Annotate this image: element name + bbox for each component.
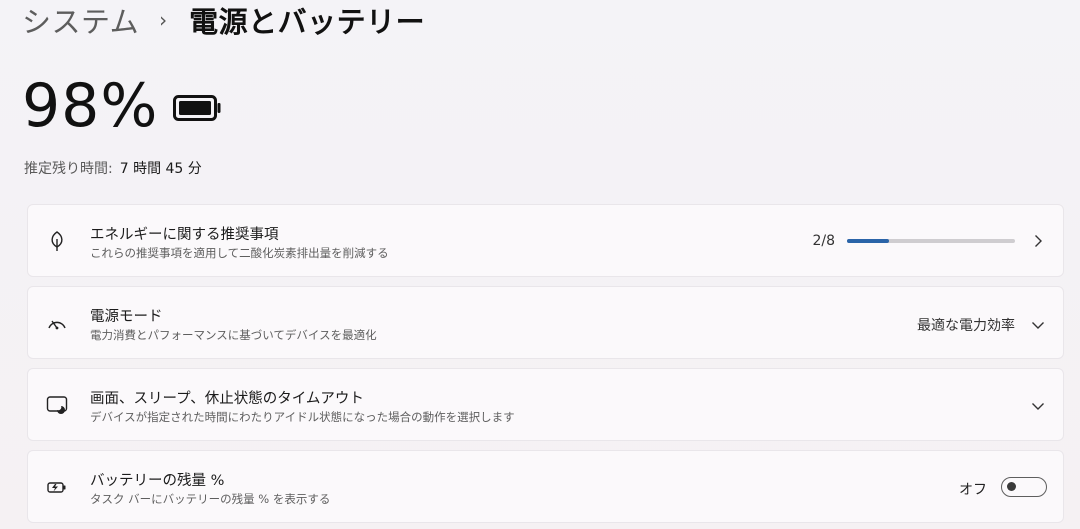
battery-percent: 98% bbox=[22, 71, 159, 141]
energy-recommendations-subtitle: これらの推奨事項を適用して二酸化炭素排出量を削減する bbox=[90, 246, 389, 260]
energy-recommendations-title: エネルギーに関する推奨事項 bbox=[90, 227, 279, 243]
remaining-time-value: 7 時間 45 分 bbox=[119, 161, 202, 177]
chevron-down-icon[interactable] bbox=[1031, 318, 1045, 332]
page-title: 電源とバッテリー bbox=[189, 5, 426, 39]
recommendations-progress-bar bbox=[847, 239, 1015, 243]
speedometer-icon bbox=[48, 320, 66, 330]
battery-percentage-title: バッテリーの残量 % bbox=[90, 473, 225, 489]
breadcrumb-parent[interactable]: システム bbox=[22, 0, 139, 41]
power-mode-title: 電源モード bbox=[90, 309, 163, 325]
breadcrumb: システム › 電源とバッテリー bbox=[22, 0, 425, 40]
sleep-timeout-subtitle: デバイスが指定された時間にわたりアイドル状態になった場合の動作を選択します bbox=[90, 410, 515, 424]
chevron-down-icon[interactable] bbox=[1031, 399, 1045, 413]
screen-sleep-icon bbox=[46, 396, 68, 414]
remaining-time: 推定残り時間: 7 時間 45 分 bbox=[24, 158, 202, 178]
sleep-timeout-card[interactable]: 画面、スリープ、休止状態のタイムアウト デバイスが指定された時間にわたりアイドル… bbox=[27, 368, 1064, 441]
sleep-timeout-title: 画面、スリープ、休止状態のタイムアウト bbox=[90, 391, 364, 407]
energy-recommendations-card[interactable]: エネルギーに関する推奨事項 これらの推奨事項を適用して二酸化炭素排出量を削減する… bbox=[27, 204, 1064, 277]
toggle-state-label: オフ bbox=[959, 482, 987, 498]
power-mode-dropdown-value[interactable]: 最適な電力効率 bbox=[917, 315, 1015, 335]
leaf-icon bbox=[51, 231, 63, 251]
battery-percentage-card: バッテリーの残量 % タスク バーにバッテリーの残量 % を表示する オフ bbox=[27, 450, 1064, 523]
recommendations-progress-fill bbox=[847, 239, 889, 243]
battery-charging-icon bbox=[47, 482, 66, 493]
recommendations-progress-count: 2/8 bbox=[812, 233, 835, 249]
power-mode-card[interactable]: 電源モード 電力消費とパフォーマンスに基づいてデバイスを最適化 最適な電力効率 bbox=[27, 286, 1064, 359]
power-mode-subtitle: 電力消費とパフォーマンスに基づいてデバイスを最適化 bbox=[90, 328, 377, 342]
remaining-time-label: 推定残り時間: bbox=[24, 161, 113, 177]
chevron-right-icon[interactable] bbox=[1031, 234, 1045, 248]
battery-icon bbox=[173, 95, 221, 121]
battery-percentage-subtitle: タスク バーにバッテリーの残量 % を表示する bbox=[90, 492, 331, 506]
battery-percentage-toggle[interactable] bbox=[1001, 477, 1047, 497]
toggle-knob bbox=[1007, 482, 1016, 491]
breadcrumb-separator: › bbox=[159, 8, 168, 32]
